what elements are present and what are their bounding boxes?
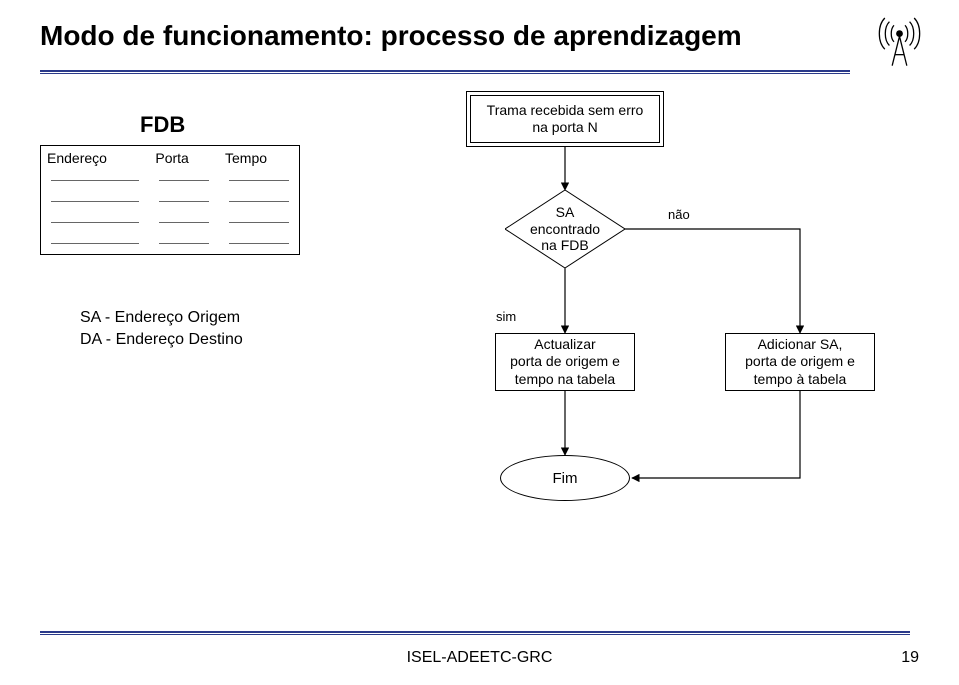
table-row — [41, 170, 299, 191]
footer-divider — [40, 631, 910, 635]
col-tempo: Tempo — [219, 146, 299, 170]
process-update-node: Actualizar porta de origem e tempo na ta… — [495, 333, 635, 391]
flowchart: Trama recebida sem erro na porta N SA en… — [380, 95, 920, 555]
process-update-text: Actualizar porta de origem e tempo na ta… — [510, 336, 620, 389]
end-node-text: Fim — [553, 470, 578, 487]
edge-label-no: não — [668, 207, 690, 222]
start-node: Trama recebida sem erro na porta N — [470, 95, 660, 143]
footer-text: ISEL-ADEETC-GRC — [0, 649, 959, 667]
table-row — [41, 212, 299, 233]
col-endereco: Endereço — [41, 146, 149, 170]
end-node: Fim — [500, 455, 630, 501]
decision-node: SA encontrado na FDB — [505, 190, 625, 268]
page-title: Modo de funcionamento: processo de apren… — [40, 20, 742, 52]
table-header-row: Endereço Porta Tempo — [41, 146, 299, 170]
table-row — [41, 233, 299, 254]
title-divider — [40, 70, 850, 74]
table-row — [41, 191, 299, 212]
fdb-heading: FDB — [140, 112, 185, 138]
fdb-table: Endereço Porta Tempo — [40, 145, 300, 255]
decision-text: SA encontrado na FDB — [505, 190, 625, 268]
antenna-icon — [872, 10, 927, 70]
process-add-text: Adicionar SA, porta de origem e tempo à … — [745, 336, 855, 389]
legend-da: DA - Endereço Destino — [80, 331, 243, 349]
legend-sa: SA - Endereço Origem — [80, 309, 243, 327]
edge-label-yes: sim — [496, 309, 516, 324]
process-add-node: Adicionar SA, porta de origem e tempo à … — [725, 333, 875, 391]
col-porta: Porta — [149, 146, 219, 170]
start-node-text: Trama recebida sem erro na porta N — [487, 102, 644, 137]
page-number: 19 — [901, 649, 919, 667]
legend-block: SA - Endereço Origem DA - Endereço Desti… — [80, 305, 243, 353]
